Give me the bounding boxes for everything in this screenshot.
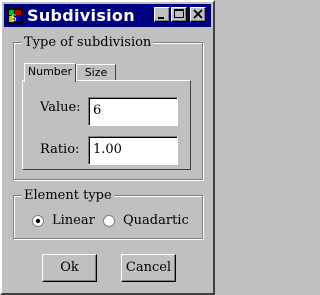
cancel-button[interactable]: Cancel	[121, 254, 176, 282]
element-type-legend: Element type	[22, 188, 114, 203]
ratio-field[interactable]: 1.00	[88, 136, 178, 165]
app-icon: S	[7, 8, 23, 24]
value-label: Value:	[40, 100, 81, 115]
ok-button[interactable]: Ok	[42, 254, 97, 282]
subdivision-dialog: S Subdivision Type of subdivision Number…	[0, 0, 215, 295]
maximize-button[interactable]	[171, 7, 187, 22]
svg-text:S: S	[11, 14, 17, 24]
ok-button-label: Ok	[60, 260, 79, 275]
radio-linear[interactable]	[32, 215, 44, 227]
minimize-button[interactable]	[154, 7, 170, 22]
tab-number-label: Number	[27, 65, 73, 78]
subdivision-type-legend: Type of subdivision	[22, 35, 154, 50]
cancel-button-label: Cancel	[125, 260, 172, 275]
minimize-icon	[158, 17, 164, 19]
maximize-icon	[174, 9, 184, 18]
radio-linear-label[interactable]: Linear	[52, 213, 95, 229]
value-field[interactable]: 6	[88, 97, 178, 126]
radio-quadartic-label[interactable]: Quadartic	[123, 213, 189, 229]
radio-quadartic[interactable]	[103, 215, 115, 227]
tab-size-label: Size	[84, 66, 108, 79]
title-bar[interactable]: S Subdivision	[4, 4, 211, 27]
close-icon	[193, 9, 203, 19]
window-title: Subdivision	[27, 6, 135, 25]
ratio-label: Ratio:	[40, 142, 80, 157]
close-button[interactable]	[190, 7, 206, 22]
tab-number[interactable]: Number	[24, 63, 76, 82]
tab-size[interactable]: Size	[76, 64, 116, 80]
